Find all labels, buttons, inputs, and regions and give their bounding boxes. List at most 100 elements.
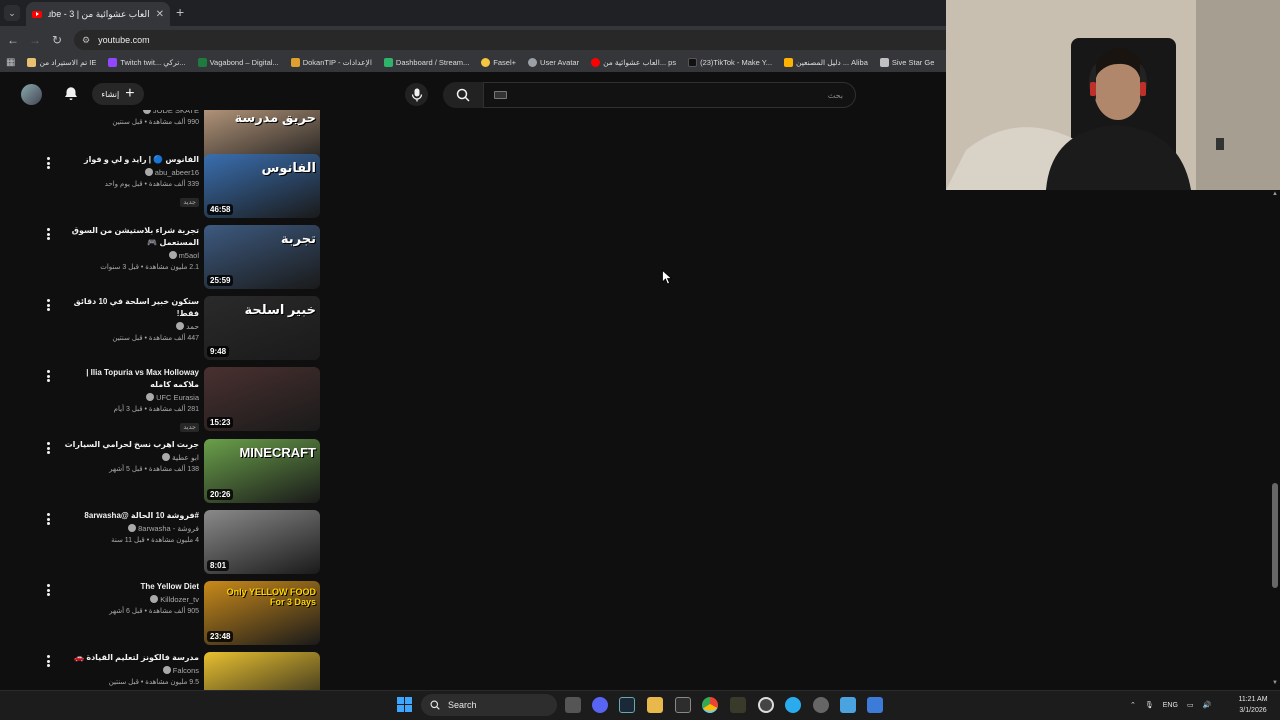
terminal-icon[interactable] bbox=[675, 697, 691, 713]
more-options-icon[interactable] bbox=[44, 227, 52, 241]
search-button[interactable] bbox=[443, 82, 483, 108]
search-input[interactable]: بحث bbox=[483, 82, 856, 108]
video-row[interactable]: #فروشة 10 الحالة @8arwasha فروشة - 8arwas… bbox=[0, 510, 330, 581]
video-row[interactable]: Ilia Topuria vs Max Holloway | ملاكمه كا… bbox=[0, 367, 330, 438]
more-options-icon[interactable] bbox=[44, 369, 52, 383]
video-title[interactable]: The Yellow Diet bbox=[60, 581, 199, 593]
tab-search-button[interactable]: ⌄ bbox=[4, 5, 20, 21]
bookmark-item[interactable]: Dashboard / Stream... bbox=[378, 58, 475, 67]
browser-tab-youtube[interactable]: العاب عشوائية من | YouTube - 3 ✕ bbox=[26, 2, 170, 26]
video-row[interactable]: The Yellow Diet Killdozer_tv 905 ألف مشاهد… bbox=[0, 581, 330, 652]
thumbnail-caption: الفانوس bbox=[261, 160, 316, 175]
settings-icon[interactable] bbox=[813, 697, 829, 713]
bookmark-item[interactable]: DokanTIP - الإعدادات bbox=[285, 58, 378, 67]
channel-name[interactable]: فروشة - 8arwasha bbox=[60, 522, 199, 535]
video-thumbnail[interactable] bbox=[204, 652, 320, 690]
video-row[interactable]: ستكون خبير اسلحة في 10 دقائق فقط! حمد 447 … bbox=[0, 296, 330, 367]
telegram-icon[interactable] bbox=[785, 697, 801, 713]
video-thumbnail[interactable]: 8:01 bbox=[204, 510, 320, 574]
network-icon[interactable]: ▭ bbox=[1187, 701, 1194, 709]
volume-icon[interactable]: 🔊 bbox=[1203, 701, 1212, 709]
video-title[interactable]: الفانوس 🔵 | رايد و لي و فواز bbox=[60, 154, 199, 166]
scrollbar-thumb[interactable] bbox=[1272, 483, 1278, 588]
dokan-icon bbox=[290, 58, 300, 67]
language-indicator[interactable]: ENG bbox=[1163, 702, 1178, 709]
reload-button[interactable]: ↻ bbox=[46, 33, 68, 47]
address-bar[interactable]: ⚙ youtube.com bbox=[74, 30, 946, 50]
more-options-icon[interactable] bbox=[44, 298, 52, 312]
video-title[interactable]: جربت اهرب نسخ لحرامي السيارات bbox=[60, 439, 199, 451]
bookmark-item[interactable]: Vagabond – Digital... bbox=[192, 58, 285, 67]
close-tab-icon[interactable]: ✕ bbox=[156, 9, 164, 20]
task-view-icon[interactable] bbox=[565, 697, 581, 713]
bookmark-item[interactable]: User Avatar bbox=[522, 58, 585, 67]
channel-name[interactable]: UFC Eurasia bbox=[60, 391, 199, 404]
new-badge: جديد bbox=[180, 423, 199, 432]
video-row[interactable]: الفانوس 🔵 | رايد و لي و فواز abu_abeer16 3… bbox=[0, 154, 330, 225]
obs-icon[interactable] bbox=[758, 697, 774, 713]
avatar[interactable] bbox=[21, 84, 42, 105]
more-options-icon[interactable] bbox=[44, 654, 52, 668]
keyboard-icon[interactable] bbox=[494, 91, 507, 99]
windows-start-icon[interactable] bbox=[397, 697, 412, 712]
taskbar-clock[interactable]: 11:21 AM 3/1/2026 bbox=[1230, 694, 1276, 716]
bookmark-item[interactable]: (23)TikTok - Make Y... bbox=[682, 58, 778, 67]
bookmark-item[interactable]: العاب عشوائية من... ps bbox=[585, 58, 682, 67]
mouse-cursor-icon bbox=[662, 270, 672, 285]
chrome-icon[interactable] bbox=[702, 697, 718, 713]
video-title[interactable]: Ilia Topuria vs Max Holloway | ملاكمه كا… bbox=[60, 367, 199, 391]
thumbnail-caption: حريق مدرسة bbox=[234, 110, 316, 125]
more-options-icon[interactable] bbox=[44, 583, 52, 597]
voice-search-button[interactable] bbox=[405, 83, 428, 106]
bookmark-item[interactable]: Twitch twit... تركي... bbox=[102, 58, 191, 67]
channel-name[interactable]: حمد bbox=[60, 320, 199, 333]
more-options-icon[interactable] bbox=[44, 441, 52, 455]
video-thumbnail[interactable]: خبير اسلحة 9:48 bbox=[204, 296, 320, 360]
taskbar-search[interactable]: Search bbox=[421, 694, 557, 716]
microphone-icon[interactable]: 🎙 bbox=[1145, 701, 1154, 709]
video-title[interactable]: تجربة شراء بلاستيشن من السوق المستعمل 🎮 bbox=[60, 225, 199, 249]
more-options-icon[interactable] bbox=[44, 512, 52, 526]
video-views-age: 281 ألف مشاهدة • قبل 3 أيام bbox=[113, 406, 199, 413]
scroll-down-arrow-icon[interactable]: ▼ bbox=[1272, 680, 1278, 686]
video-title[interactable]: #فروشة 10 الحالة @8arwasha bbox=[60, 510, 199, 522]
bookmark-item[interactable]: Fasel+ bbox=[475, 58, 522, 67]
forward-button[interactable]: → bbox=[24, 33, 46, 47]
video-row[interactable]: مدرسة فالكونز لتعليم القيادة 🚗 Falcons 9.5… bbox=[0, 652, 330, 690]
video-title[interactable]: مدرسة فالكونز لتعليم القيادة 🚗 bbox=[60, 652, 199, 664]
video-thumbnail[interactable]: تجربة 25:59 bbox=[204, 225, 320, 289]
video-duration: 25:59 bbox=[207, 275, 234, 286]
page-scrollbar[interactable] bbox=[1270, 190, 1280, 690]
channel-name[interactable]: abu_abeer16 bbox=[60, 166, 199, 179]
create-button[interactable]: إنشاء + bbox=[92, 83, 144, 105]
channel-name[interactable]: Killdozer_tv bbox=[60, 593, 199, 606]
file-explorer-icon[interactable] bbox=[647, 697, 663, 713]
bookmark-item[interactable]: Sive Star Ge bbox=[874, 58, 941, 67]
channel-name[interactable]: JODE SKATE bbox=[60, 110, 199, 117]
channel-name[interactable]: ابو عطية bbox=[60, 451, 199, 464]
chevron-up-icon[interactable]: ⌃ bbox=[1130, 701, 1136, 709]
video-title[interactable]: ستكون خبير اسلحة في 10 دقائق فقط! bbox=[60, 296, 199, 320]
app-icon[interactable] bbox=[867, 697, 883, 713]
bookmark-item[interactable]: تم الاستيراد من IE bbox=[21, 58, 102, 67]
bell-icon[interactable] bbox=[62, 85, 80, 103]
channel-name[interactable]: Falcons bbox=[60, 664, 199, 677]
photos-icon[interactable] bbox=[840, 697, 856, 713]
video-thumbnail[interactable]: الفانوس 46:58 bbox=[204, 154, 320, 218]
channel-name[interactable]: m5aol bbox=[60, 249, 199, 262]
scroll-up-arrow-icon[interactable]: ▲ bbox=[1272, 191, 1278, 197]
video-row[interactable]: جربت اهرب نسخ لحرامي السيارات ابو عطية 138… bbox=[0, 439, 330, 510]
video-thumbnail[interactable]: 15:23 bbox=[204, 367, 320, 431]
video-thumbnail[interactable]: Only YELLOW FOOD For 3 Days 23:48 bbox=[204, 581, 320, 645]
steam-icon[interactable] bbox=[619, 697, 635, 713]
site-info-icon[interactable]: ⚙ bbox=[82, 35, 90, 46]
apps-icon[interactable]: ▦ bbox=[0, 57, 21, 68]
more-options-icon[interactable] bbox=[44, 156, 52, 170]
bookmark-item[interactable]: دليل المصنعين ... Aliba bbox=[778, 58, 874, 67]
app-icon[interactable] bbox=[730, 697, 746, 713]
video-row[interactable]: تجربة شراء بلاستيشن من السوق المستعمل 🎮 m… bbox=[0, 225, 330, 296]
video-thumbnail[interactable]: MINECRAFT 20:26 bbox=[204, 439, 320, 503]
back-button[interactable]: ← bbox=[2, 33, 24, 47]
discord-icon[interactable] bbox=[592, 697, 608, 713]
new-tab-button[interactable]: + bbox=[176, 4, 184, 20]
